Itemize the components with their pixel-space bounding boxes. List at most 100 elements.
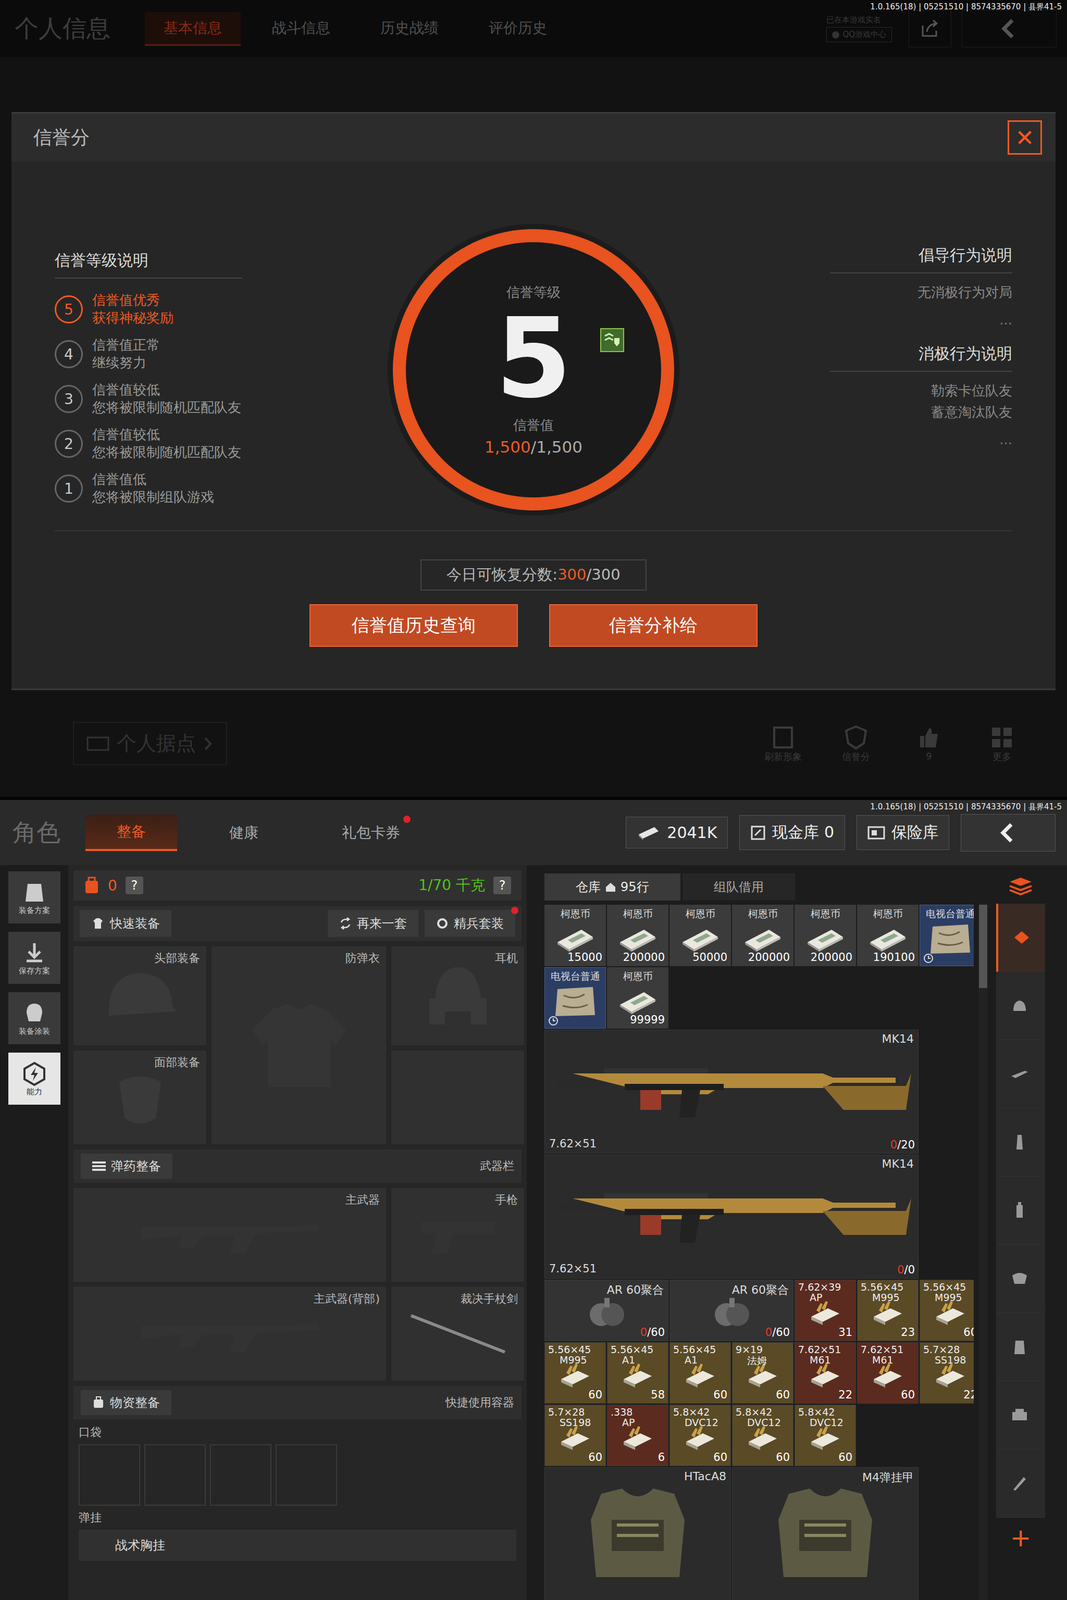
weapon-slot[interactable]: 主武器 xyxy=(73,1188,387,1283)
sidebar-item[interactable]: 保存方案 xyxy=(8,932,61,985)
gear-slot[interactable]: 面部装备 xyxy=(73,1050,207,1145)
elite-set-button[interactable]: 精兵套装 xyxy=(424,910,516,938)
warehouse-item[interactable]: 7.62×51M6160 xyxy=(857,1342,919,1405)
profile-tab[interactable]: 评价历史 xyxy=(469,11,566,46)
warehouse-item[interactable]: 5.56×45A160 xyxy=(669,1342,731,1405)
warehouse-item[interactable]: AR 60聚合0/60 xyxy=(669,1280,794,1342)
sidebar-item[interactable]: 装备方案 xyxy=(8,871,61,924)
category-tab[interactable] xyxy=(996,1381,1044,1450)
modal-button[interactable]: 信誉值历史查询 xyxy=(309,604,518,648)
ammo-prep-button[interactable]: 弹药整备 xyxy=(80,1154,173,1180)
credit-ring: 信誉等级5信誉值1,500/1,500 xyxy=(387,224,680,516)
warehouse-tab[interactable]: 仓库 95行 xyxy=(544,873,681,901)
money-box[interactable]: 2041K xyxy=(625,816,728,849)
warehouse-item[interactable]: .338AP6 xyxy=(606,1405,669,1467)
sidebar-item[interactable]: 能力 xyxy=(8,1052,61,1106)
quick-equip-button[interactable]: 快速装备 xyxy=(79,910,172,938)
warehouse-item[interactable]: 5.7×28SS19860 xyxy=(544,1405,606,1467)
help-button[interactable]: ? xyxy=(493,876,512,895)
dock-item[interactable]: 9 xyxy=(905,724,953,764)
warehouse-item[interactable]: 5.8×42DVC1260 xyxy=(731,1405,794,1467)
category-tab[interactable] xyxy=(996,903,1046,973)
behavior-explain: 倡导行为说明无消极行为对局...消极行为说明勒索卡位队友蓄意淘汰队友... xyxy=(679,224,1013,448)
rig-slot[interactable]: 战术胸挂 xyxy=(78,1530,517,1562)
modal-buttons: 信誉值历史查询信誉分补给 xyxy=(11,604,1056,689)
category-tab[interactable] xyxy=(996,972,1044,1041)
dock-item[interactable]: 刷新形象 xyxy=(759,724,807,764)
pocket-slot[interactable] xyxy=(78,1444,141,1507)
more-mark[interactable]: ... xyxy=(999,312,1013,328)
warehouse-item[interactable]: 7.62×51M6122 xyxy=(794,1342,856,1405)
pocket-slot[interactable] xyxy=(144,1444,206,1507)
warehouse-item[interactable]: M4弹挂甲 xyxy=(731,1467,919,1600)
category-tab[interactable] xyxy=(996,1108,1044,1177)
gear-slot[interactable]: 防弹衣 xyxy=(211,946,387,1145)
category-tab[interactable] xyxy=(996,1449,1044,1519)
profile-tab[interactable]: 基本信息 xyxy=(144,11,241,46)
role-tab[interactable]: 健康 xyxy=(197,815,290,851)
pocket-slot[interactable] xyxy=(275,1444,338,1507)
warehouse-item[interactable]: HTacA8 xyxy=(544,1467,731,1600)
gear-slot[interactable]: 耳机 xyxy=(391,946,525,1046)
warehouse-item[interactable]: 5.56×45A158 xyxy=(606,1342,669,1405)
warehouse-item[interactable]: 5.56×45M99560 xyxy=(919,1280,974,1342)
more-mark[interactable]: ... xyxy=(999,431,1013,448)
sidebar-item[interactable]: 装备涂装 xyxy=(8,992,61,1045)
warehouse-item[interactable]: 9×19法姆60 xyxy=(731,1342,794,1405)
safe-button[interactable]: 保险库 xyxy=(856,815,950,851)
warehouse-item[interactable]: 5.8×42DVC1260 xyxy=(794,1405,856,1467)
gear-slot[interactable]: 头部装备 xyxy=(73,946,207,1046)
warehouse-item[interactable]: 5.8×42DVC1260 xyxy=(669,1405,731,1467)
empty-slot[interactable] xyxy=(391,1050,525,1145)
warehouse-item[interactable]: 柯恩币200000 xyxy=(794,904,856,967)
role-tab[interactable]: 礼包卡券 xyxy=(310,815,432,851)
help-button[interactable]: ? xyxy=(125,876,144,895)
profile-tab[interactable]: 历史战绩 xyxy=(361,11,458,46)
warehouse-item[interactable]: AR 60聚合0/60 xyxy=(544,1280,669,1342)
add-button[interactable]: + xyxy=(1010,1525,1032,1551)
warehouse-item[interactable]: 柯恩币190100 xyxy=(857,904,919,967)
dock-item[interactable]: 更多 xyxy=(978,724,1026,764)
category-tab[interactable] xyxy=(996,1176,1044,1246)
warehouse-item[interactable]: 电视台普通 xyxy=(919,904,974,967)
supply-prep-button[interactable]: 物资整备 xyxy=(80,1390,172,1416)
warehouse-item[interactable]: 柯恩币50000 xyxy=(669,904,731,967)
modal-title: 信誉分 xyxy=(33,125,90,151)
back-button[interactable] xyxy=(960,814,1056,852)
rifle-icon xyxy=(551,1052,912,1132)
home-button[interactable]: 个人据点 xyxy=(72,722,228,766)
again-button[interactable]: 再来一套 xyxy=(327,910,419,938)
scrollbar[interactable] xyxy=(978,904,988,1600)
warehouse-item[interactable]: 5.7×28SS19822 xyxy=(919,1342,974,1405)
cash-vault-button[interactable]: 现金库 0 xyxy=(739,815,846,851)
warehouse-tab[interactable]: 组队借用 xyxy=(682,873,796,901)
category-tab[interactable] xyxy=(996,1245,1044,1314)
share-button[interactable] xyxy=(908,9,952,48)
close-button[interactable]: ✕ xyxy=(1007,120,1042,155)
warehouse-item[interactable]: 5.56×45M99560 xyxy=(544,1342,606,1405)
back-button[interactable] xyxy=(961,9,1057,48)
weapon-slot[interactable]: 手枪 xyxy=(391,1188,525,1283)
weapon-slot[interactable]: 裁决手杖剑 xyxy=(391,1287,525,1382)
warehouse-item[interactable]: 电视台普通 xyxy=(544,967,606,1029)
ammo-box-icon xyxy=(807,1426,844,1453)
level-number: 2 xyxy=(54,429,83,458)
warehouse-item[interactable]: 柯恩币99999 xyxy=(606,967,669,1029)
warehouse-item[interactable]: 柯恩币200000 xyxy=(606,904,669,967)
warehouse-item[interactable]: MK147.62×510/20 xyxy=(544,1030,919,1155)
warehouse-item[interactable]: 柯恩币200000 xyxy=(731,904,794,967)
modal-button[interactable]: 信誉分补给 xyxy=(549,604,758,648)
warehouse-item[interactable]: 7.62×39AP31 xyxy=(794,1280,856,1342)
sort-stack-icon[interactable] xyxy=(1007,875,1034,897)
warehouse-item[interactable]: 5.56×45M99523 xyxy=(857,1280,919,1342)
profile-tab[interactable]: 战斗信息 xyxy=(253,11,350,46)
weapon-slot[interactable]: 主武器(背部) xyxy=(73,1287,387,1382)
warehouse-item[interactable]: 柯恩币15000 xyxy=(544,904,606,967)
realname-badge[interactable]: 已在本游戏实名QQ游戏中心 xyxy=(820,13,899,45)
dock-item[interactable]: 信誉分 xyxy=(832,724,880,764)
category-tab[interactable] xyxy=(996,1040,1044,1109)
pocket-slot[interactable] xyxy=(209,1444,272,1507)
category-tab[interactable] xyxy=(996,1313,1044,1382)
warehouse-item[interactable]: MK147.62×510/0 xyxy=(544,1155,919,1280)
role-tab[interactable]: 整备 xyxy=(85,814,178,852)
